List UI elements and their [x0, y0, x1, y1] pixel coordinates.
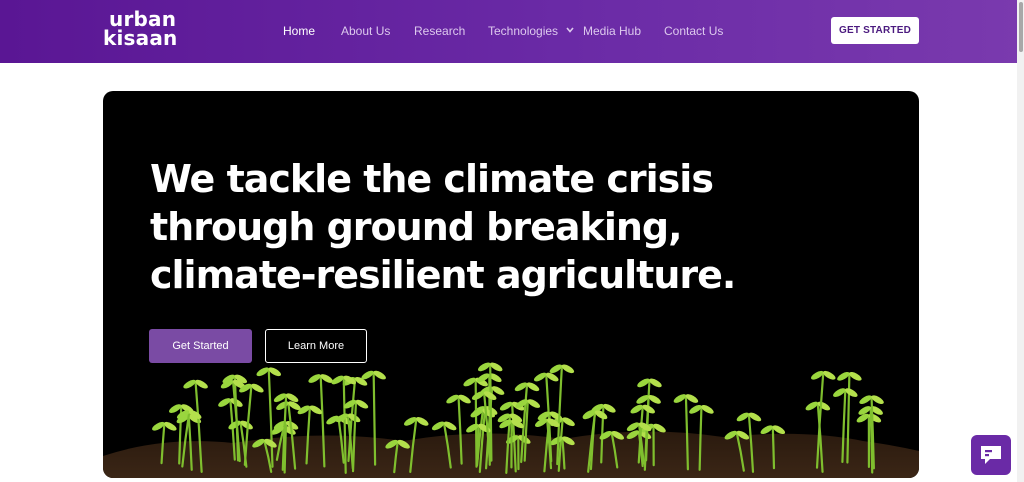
chat-widget-button[interactable]: [971, 435, 1011, 475]
nav-technologies[interactable]: Technologies: [488, 23, 575, 39]
hero-title: We tackle the climate crisis through gro…: [150, 157, 736, 297]
nav-media-hub[interactable]: Media Hub: [583, 23, 641, 39]
nav-contact-us[interactable]: Contact Us: [664, 23, 723, 39]
scrollbar-thumb[interactable]: [1019, 2, 1023, 52]
learn-more-button[interactable]: Learn More: [265, 329, 367, 363]
chat-icon: [981, 446, 1001, 464]
hero-banner: We tackle the climate crisis through gro…: [103, 91, 919, 478]
scrollbar-track[interactable]: [1017, 0, 1024, 482]
get-started-header-button[interactable]: GET STARTED: [831, 17, 919, 44]
nav-research[interactable]: Research: [414, 23, 465, 39]
nav-about-us[interactable]: About Us: [341, 23, 390, 39]
seedlings-image: [103, 362, 919, 478]
nav-home[interactable]: Home: [283, 23, 315, 39]
chevron-down-icon: [566, 27, 575, 33]
get-started-button[interactable]: Get Started: [149, 329, 252, 363]
nav-technologies-label: Technologies: [488, 24, 559, 38]
site-header: urban kisaan Home About Us Research Tech…: [0, 0, 1024, 63]
